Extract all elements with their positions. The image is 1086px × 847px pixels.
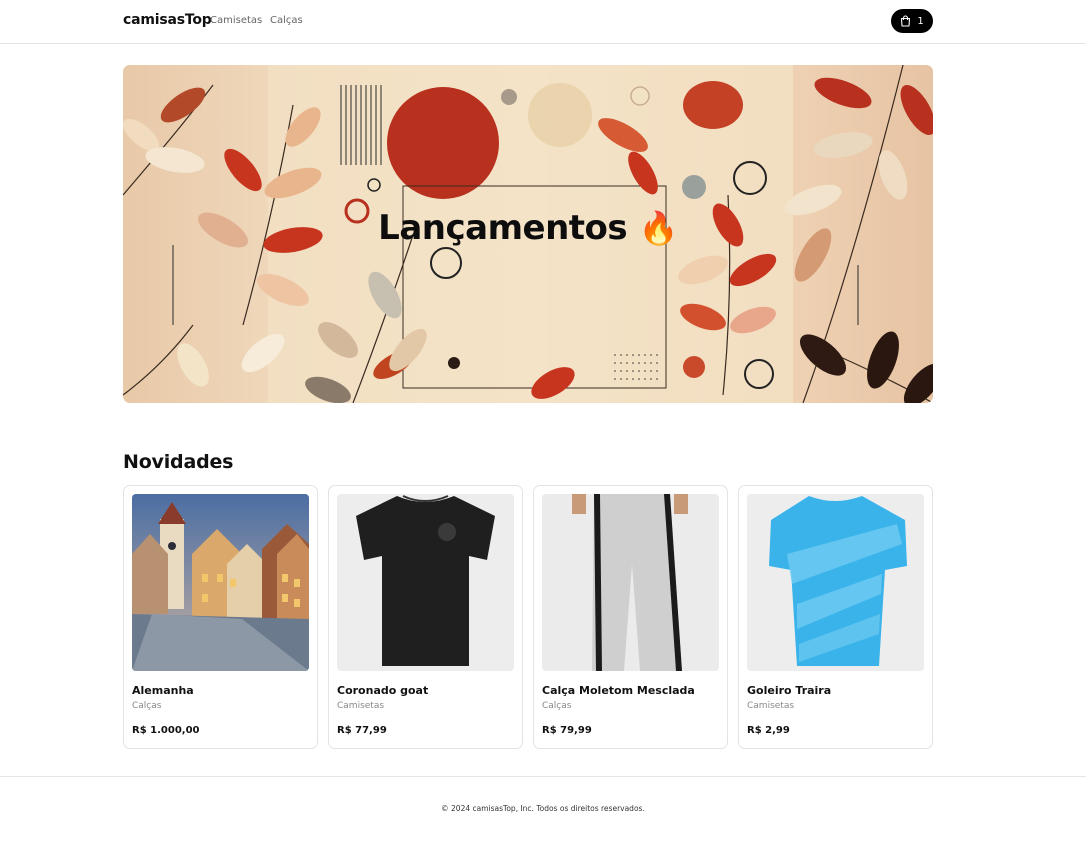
blue-goalkeeper-jersey	[747, 494, 924, 671]
product-name[interactable]: Calça Moletom Mesclada	[542, 684, 695, 697]
cart-count: 1	[917, 15, 924, 27]
product-category: Camisetas	[337, 701, 385, 711]
product-price: R$ 2,99	[747, 725, 790, 736]
product-price: R$ 77,99	[337, 725, 387, 736]
product-grid: Alemanha Calças R$ 1.000,00 Coronado goa…	[123, 485, 933, 749]
product-image[interactable]	[132, 494, 309, 671]
nav-link-camisetas[interactable]: Camisetas	[210, 15, 262, 26]
hero-banner[interactable]: Lançamentos 🔥	[123, 65, 933, 403]
product-name[interactable]: Alemanha	[132, 684, 194, 697]
product-name[interactable]: Coronado goat	[337, 684, 428, 697]
site-header: camisasTop Camisetas Calças 1	[0, 0, 1086, 44]
site-footer: © 2024 camisasTop, Inc. Todos os direito…	[0, 776, 1086, 847]
product-image[interactable]	[337, 494, 514, 671]
fire-icon: 🔥	[638, 209, 678, 247]
footer-copyright: © 2024 camisasTop, Inc. Todos os direito…	[441, 804, 645, 813]
product-price: R$ 79,99	[542, 725, 592, 736]
product-price: R$ 1.000,00	[132, 725, 200, 736]
section-title: Novidades	[123, 451, 234, 473]
product-category: Calças	[132, 701, 162, 711]
grey-sweatpants	[542, 494, 719, 671]
brand-logo[interactable]: camisasTop	[123, 12, 212, 28]
cart-button[interactable]: 1	[891, 9, 933, 33]
nav-link-calcas[interactable]: Calças	[270, 15, 303, 26]
black-tshirt	[337, 494, 514, 671]
product-card[interactable]: Calça Moletom Mesclada Calças R$ 79,99	[533, 485, 728, 749]
product-category: Camisetas	[747, 701, 795, 711]
product-card[interactable]: Alemanha Calças R$ 1.000,00	[123, 485, 318, 749]
hero-title: Lançamentos 🔥	[123, 208, 933, 248]
product-category: Calças	[542, 701, 572, 711]
product-image[interactable]	[542, 494, 719, 671]
hero-title-text: Lançamentos	[378, 208, 628, 248]
product-name[interactable]: Goleiro Traira	[747, 684, 831, 697]
town-street-photo	[132, 494, 309, 671]
shopping-bag-icon	[900, 15, 911, 27]
product-card[interactable]: Goleiro Traira Camisetas R$ 2,99	[738, 485, 933, 749]
product-card[interactable]: Coronado goat Camisetas R$ 77,99	[328, 485, 523, 749]
product-image[interactable]	[747, 494, 924, 671]
